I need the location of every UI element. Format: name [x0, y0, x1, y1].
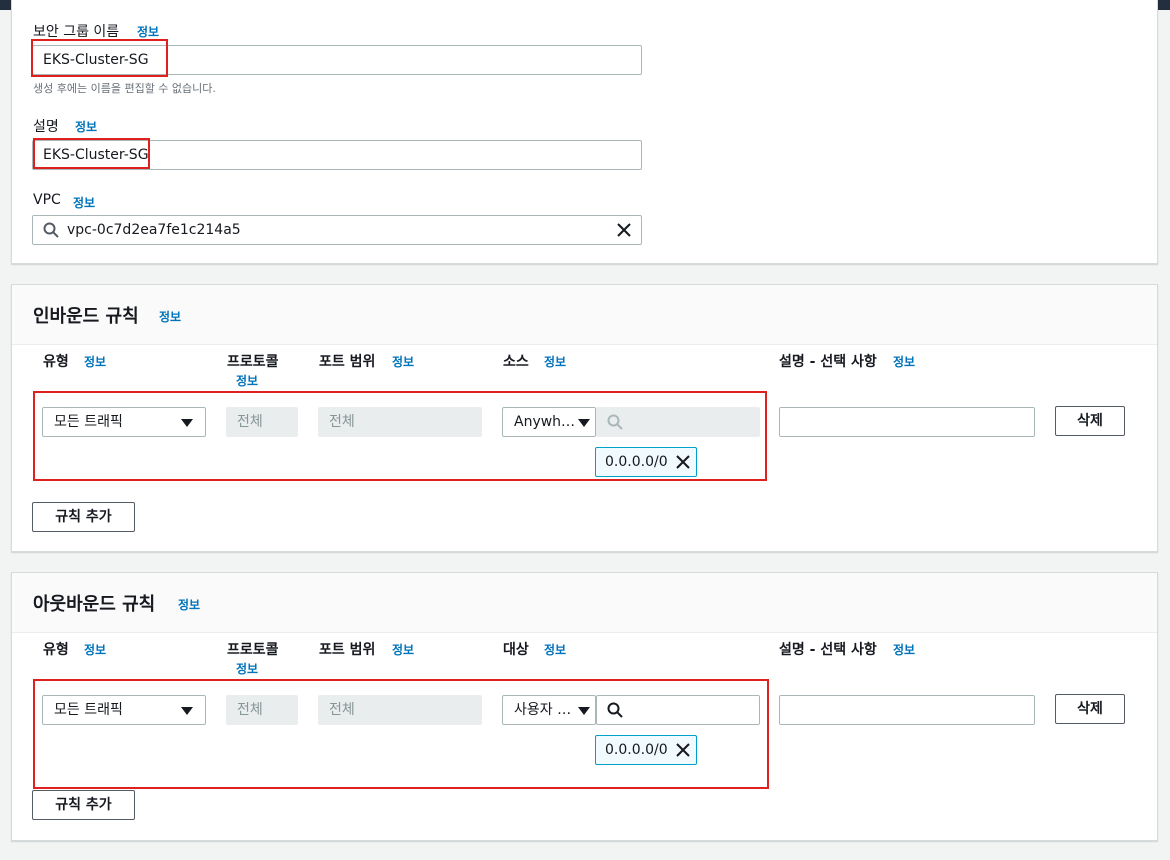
outbound-col-description-info[interactable]: 정보 [893, 641, 915, 658]
description-info-link[interactable]: 정보 [75, 118, 97, 135]
security-group-name-hint: 생성 후에는 이름을 편집할 수 없습니다. [33, 82, 216, 95]
outbound-rules-info-link[interactable]: 정보 [178, 596, 200, 613]
description-label: 설명 [33, 119, 59, 135]
inbound-col-description-info[interactable]: 정보 [893, 353, 915, 370]
outbound-description-input[interactable] [779, 695, 1035, 725]
highlight-name [31, 39, 168, 77]
vpc-info-link[interactable]: 정보 [73, 194, 95, 211]
inbound-col-port-info[interactable]: 정보 [392, 353, 414, 370]
outbound-col-destination-info[interactable]: 정보 [544, 641, 566, 658]
inbound-description-input[interactable] [779, 407, 1035, 437]
security-group-name-label: 보안 그룹 이름 [33, 24, 120, 40]
inbound-col-type-info[interactable]: 정보 [84, 353, 106, 370]
outbound-delete-button[interactable]: 삭제 [1055, 694, 1125, 724]
outbound-col-port-info[interactable]: 정보 [392, 641, 414, 658]
basic-details-panel: 보안 그룹 이름 정보 EKS-Cluster-SG 생성 후에는 이름을 편집… [11, 0, 1158, 264]
highlight-outbound-rule [33, 679, 769, 789]
security-group-name-info-link[interactable]: 정보 [137, 23, 159, 40]
vpc-value: vpc-0c7d2ea7fe1c214a5 [67, 222, 241, 238]
inbound-rules-header [12, 285, 1157, 345]
outbound-rules-panel: 아웃바운드 규칙 정보 유형 정보 프로토콜 정보 포트 범위 정보 대상 정보… [11, 572, 1158, 841]
outbound-col-protocol-info[interactable]: 정보 [236, 660, 258, 677]
vpc-label: VPC [33, 192, 61, 208]
inbound-col-source-info[interactable]: 정보 [544, 353, 566, 370]
outbound-add-rule-button[interactable]: 규칙 추가 [32, 790, 135, 820]
outbound-col-type-info[interactable]: 정보 [84, 641, 106, 658]
inbound-col-port: 포트 범위 [319, 354, 376, 370]
highlight-inbound-rule [33, 391, 767, 481]
inbound-add-rule-button[interactable]: 규칙 추가 [32, 502, 135, 532]
outbound-rules-title: 아웃바운드 규칙 [33, 594, 156, 615]
inbound-col-type: 유형 [43, 354, 69, 370]
inbound-rules-title: 인바운드 규칙 [33, 306, 139, 327]
vpc-search-input[interactable]: vpc-0c7d2ea7fe1c214a5 [32, 215, 642, 245]
outbound-col-destination: 대상 [503, 642, 529, 658]
inbound-col-source: 소스 [503, 354, 529, 370]
outbound-col-port: 포트 범위 [319, 642, 376, 658]
inbound-col-description: 설명 - 선택 사항 [779, 354, 877, 370]
inbound-delete-button[interactable]: 삭제 [1055, 406, 1125, 436]
outbound-col-description: 설명 - 선택 사항 [779, 642, 877, 658]
search-icon [43, 222, 59, 238]
clear-icon[interactable] [617, 223, 631, 237]
inbound-col-protocol-info[interactable]: 정보 [236, 372, 258, 389]
inbound-rules-info-link[interactable]: 정보 [159, 308, 181, 325]
outbound-col-type: 유형 [43, 642, 69, 658]
inbound-col-protocol: 프로토콜 [227, 354, 279, 370]
outbound-col-protocol: 프로토콜 [227, 642, 279, 658]
inbound-rules-panel: 인바운드 규칙 정보 유형 정보 프로토콜 정보 포트 범위 정보 소스 정보 … [11, 284, 1158, 552]
highlight-description [33, 138, 150, 169]
